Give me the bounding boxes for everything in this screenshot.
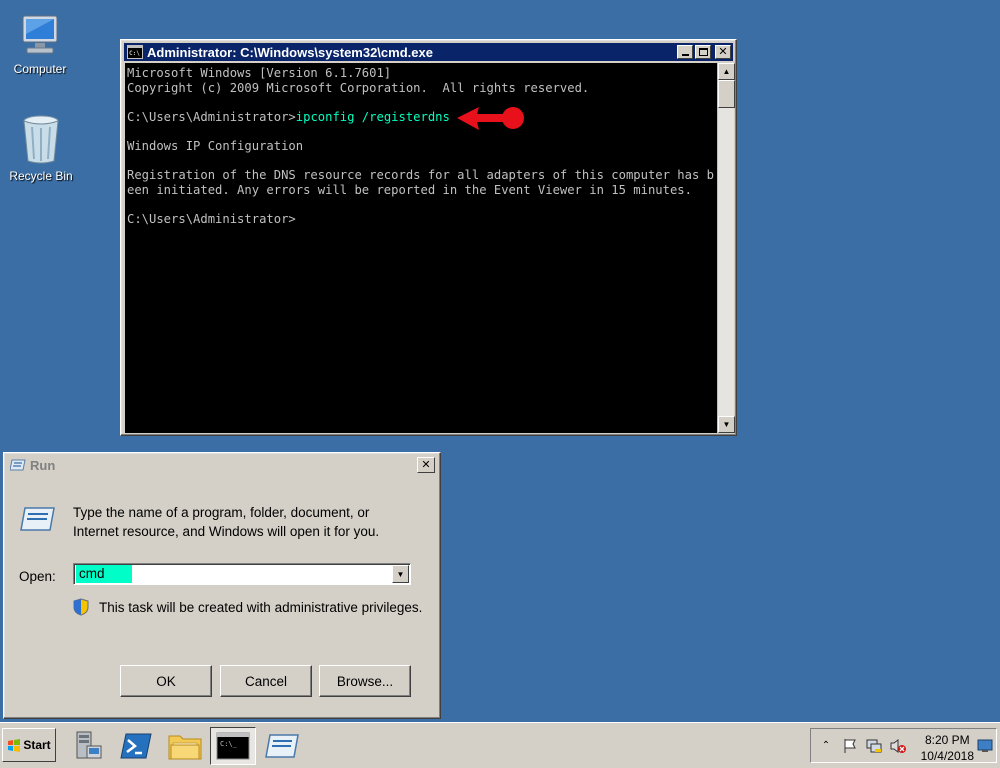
taskbar-powershell[interactable] [114,727,158,765]
taskbar-cmd[interactable]: C:\_ [210,727,256,765]
svg-text:C:\_: C:\_ [220,740,238,748]
admin-note-text: This task will be created with administr… [99,599,423,615]
console-line: een initiated. Any errors will be report… [127,182,692,197]
taskbar-explorer[interactable] [163,727,207,765]
clock-date: 10/4/2018 [920,749,974,763]
cmd-title: Administrator: C:\Windows\system32\cmd.e… [147,44,433,60]
open-input-value[interactable]: cmd [76,565,132,583]
console-output[interactable]: Microsoft Windows [Version 6.1.7601] Cop… [125,63,717,433]
start-button[interactable]: Start [2,728,56,762]
cancel-button[interactable]: Cancel [220,665,312,697]
tray-network[interactable] [865,737,883,755]
cmd-window[interactable]: C:\ Administrator: C:\Windows\system32\c… [120,39,737,436]
desktop-icon-label: Recycle Bin [9,169,73,183]
cmd-titlebar[interactable]: C:\ Administrator: C:\Windows\system32\c… [124,43,733,61]
console-prompt: C:\Users\Administrator> [127,109,296,124]
arrow-up-icon: ▲ [722,67,731,76]
maximize-button[interactable] [695,45,711,59]
cmd-icon: C:\_ [216,732,250,760]
tray-expand-button[interactable]: ⌃ [817,737,835,755]
start-label: Start [23,738,51,752]
desktop-icon-recycle-bin[interactable]: Recycle Bin [1,113,81,183]
scroll-down-button[interactable]: ▼ [718,416,735,433]
console-line: Microsoft Windows [Version 6.1.7601] [127,66,392,80]
scroll-thumb[interactable] [718,80,735,108]
run-icon [10,459,26,471]
close-icon: ✕ [718,45,728,58]
powershell-icon [120,733,152,759]
console-line: Copyright (c) 2009 Microsoft Corporation… [127,80,590,95]
open-dropdown-button[interactable]: ▼ [392,565,409,583]
console-prompt: C:\Users\Administrator> [127,211,296,226]
explorer-folder-icon [168,735,202,760]
show-desktop-button[interactable] [977,739,993,756]
tray-action-center[interactable] [841,737,859,755]
annotation-arrow-icon [457,107,524,130]
chevron-down-icon: ▼ [396,569,405,579]
maximize-icon [698,48,708,56]
console-line: Windows IP Configuration [127,138,304,153]
run-dialog-icon [20,507,55,531]
recycle-bin-icon [23,115,59,164]
tray-clock[interactable]: 8:20 PM 10/4/2018 [921,732,974,764]
close-icon: ✕ [421,458,431,471]
close-button[interactable]: ✕ [715,45,731,59]
run-titlebar[interactable]: Run ✕ [7,456,437,474]
open-label: Open: [19,569,56,584]
network-monitor-icon [977,739,993,752]
run-description-line: Type the name of a program, folder, docu… [73,505,370,520]
desktop-icon-computer[interactable]: Computer [0,14,80,76]
open-combobox[interactable]: cmd ▼ [73,563,411,585]
run-dialog[interactable]: Run ✕ Type the name of a program, folder… [3,452,441,719]
console-scrollbar[interactable]: ▲ ▼ [717,63,735,433]
clock-time: 8:20 PM [924,733,970,747]
arrow-down-icon: ▼ [722,420,731,429]
taskbar-server-manager[interactable] [64,727,108,765]
windows-logo-icon [8,738,21,752]
server-manager-icon [76,731,102,759]
browse-button[interactable]: Browse... [319,665,411,697]
console-line: Registration of the DNS resource records… [127,168,714,183]
uac-shield-icon [73,598,89,616]
run-description: Type the name of a program, folder, docu… [73,503,423,541]
volume-muted-icon [890,738,906,753]
run-close-button[interactable]: ✕ [417,457,435,473]
run-description-line: Internet resource, and Windows will open… [73,524,380,539]
desktop-icon-label: Computer [13,62,67,76]
run-title: Run [30,457,56,473]
minimize-icon [681,54,689,56]
console-command: ipconfig /registerdns [295,109,450,124]
tray-volume[interactable] [889,737,907,755]
computer-icon [22,15,58,54]
taskbar-run[interactable] [260,727,304,765]
ok-button[interactable]: OK [120,665,212,697]
scroll-up-button[interactable]: ▲ [718,63,735,80]
run-icon [265,734,299,758]
chevron-up-icon: ⌃ [821,740,831,751]
admin-note: This task will be created with administr… [73,598,422,616]
flag-icon [844,738,856,753]
system-tray: ⌃ 8:20 PM 10/4/2018 [810,728,997,763]
taskbar: Start C:\_ ⌃ 8:20 PM 10/4/2018 [0,722,1000,768]
cmd-icon: C:\ [127,45,143,59]
network-icon [866,739,882,752]
svg-text:C:\: C:\ [129,50,140,57]
minimize-button[interactable] [677,45,693,59]
